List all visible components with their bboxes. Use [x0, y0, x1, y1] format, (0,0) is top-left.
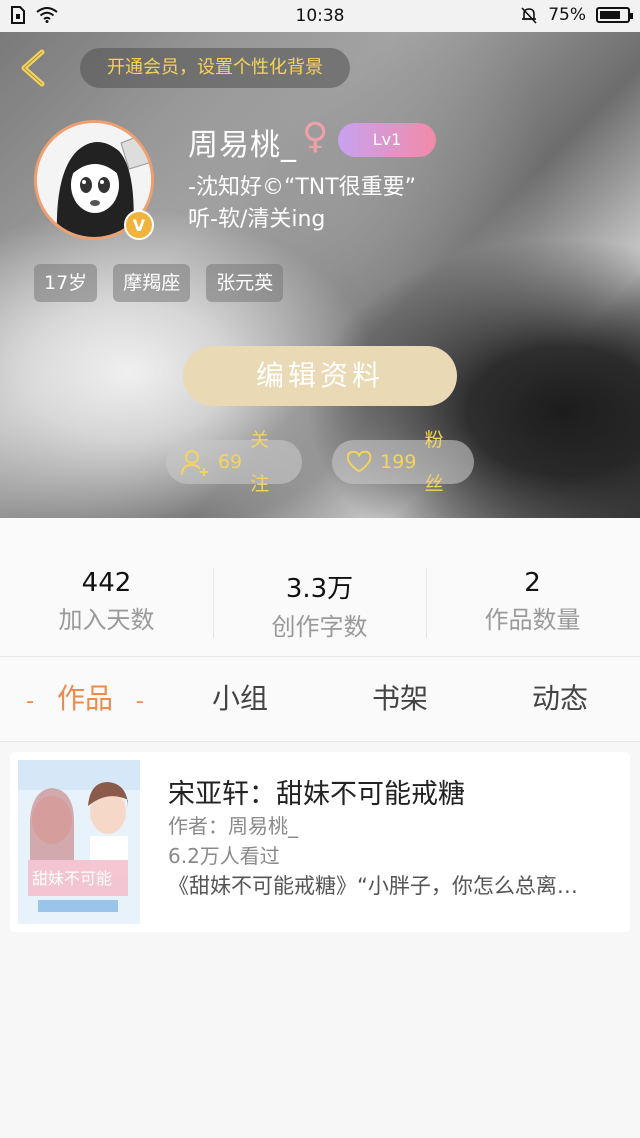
stat-label: 作品数量 — [484, 606, 581, 634]
stat-label: 加入天数 — [58, 606, 155, 634]
stat-value: 3.3万 — [285, 574, 354, 604]
tab-activity[interactable]: 动态 — [510, 657, 610, 741]
back-arrow-icon[interactable] — [16, 48, 56, 88]
stat-value: 442 — [81, 568, 132, 598]
stat-join-days: 442 加入天数 — [0, 568, 213, 635]
tab-dash-right: - — [135, 689, 144, 714]
tab-works-label: 作品 — [56, 682, 113, 715]
tab-dash-left: - — [26, 689, 35, 714]
add-user-icon — [180, 450, 208, 476]
following-count: 69 — [217, 451, 243, 473]
work-title: 宋亚轩：甜妹不可能戒糖 — [168, 779, 465, 810]
mute-bell-icon — [521, 7, 537, 24]
stat-word-count: 3.3万 创作字数 — [213, 568, 426, 642]
bio: -沈知好©“TNT很重要” 听-软/清关ing — [188, 172, 416, 236]
tab-bar: - 作品 - 小组 书架 动态 — [0, 657, 640, 742]
edit-profile-button[interactable]: 编辑资料 — [183, 346, 457, 406]
bio-line-1: -沈知好©“TNT很重要” — [188, 175, 417, 200]
following-label: 关注 — [250, 429, 270, 495]
stats-row: 442 加入天数 3.3万 创作字数 2 作品数量 — [0, 518, 640, 657]
stat-label: 创作字数 — [271, 613, 368, 641]
following-button[interactable]: 69 关注 — [166, 429, 302, 495]
tag-age: 17岁 — [34, 264, 98, 302]
nickname: 周易桃_ — [188, 128, 297, 163]
vip-background-banner[interactable]: 开通会员，设置个性化背景 — [80, 48, 350, 88]
verified-badge: V — [124, 210, 154, 240]
book-cover-art: 甜妹不可能 — [18, 760, 140, 924]
status-right: 75% — [520, 5, 633, 25]
stat-works-count: 2 作品数量 — [426, 568, 639, 635]
battery-icon — [596, 7, 633, 23]
tag-idol: 张元英 — [206, 264, 284, 302]
fans-label: 粉丝 — [424, 429, 444, 495]
level-badge: Lv1 — [338, 123, 436, 157]
battery-percent: 75% — [548, 5, 586, 25]
work-views: 6.2万人看过 — [168, 844, 280, 868]
tab-bookshelf[interactable]: 书架 — [350, 657, 450, 741]
fans-button[interactable]: 199 粉丝 — [332, 429, 474, 495]
svg-text:甜妹不可能: 甜妹不可能 — [32, 869, 112, 888]
status-bar: 10:38 75% — [0, 0, 640, 32]
profile-header: 开通会员，设置个性化背景 V 周易桃_ ♀ Lv1 -沈知好©“TNT很重要” … — [0, 32, 640, 518]
heart-icon — [346, 450, 372, 473]
profile-tags: 17岁 摩羯座 张元英 — [34, 264, 284, 302]
work-author: 作者：周易桃_ — [168, 814, 298, 838]
stat-value: 2 — [524, 568, 541, 598]
tab-works[interactable]: - 作品 - — [20, 657, 150, 741]
tag-zodiac: 摩羯座 — [113, 264, 191, 302]
bio-line-2: 听-软/清关ing — [188, 207, 326, 232]
book-cover: 甜妹不可能 — [18, 760, 140, 924]
tab-groups[interactable]: 小组 — [190, 657, 290, 741]
female-icon: ♀ — [302, 116, 329, 157]
work-description: 《甜妹不可能戒糖》“小胖子，你怎么总离… — [168, 874, 578, 898]
work-card[interactable]: 甜妹不可能 宋亚轩：甜妹不可能戒糖 作者：周易桃_ 6.2万人看过 《甜妹不可能… — [10, 752, 630, 932]
fans-count: 199 — [380, 451, 417, 473]
